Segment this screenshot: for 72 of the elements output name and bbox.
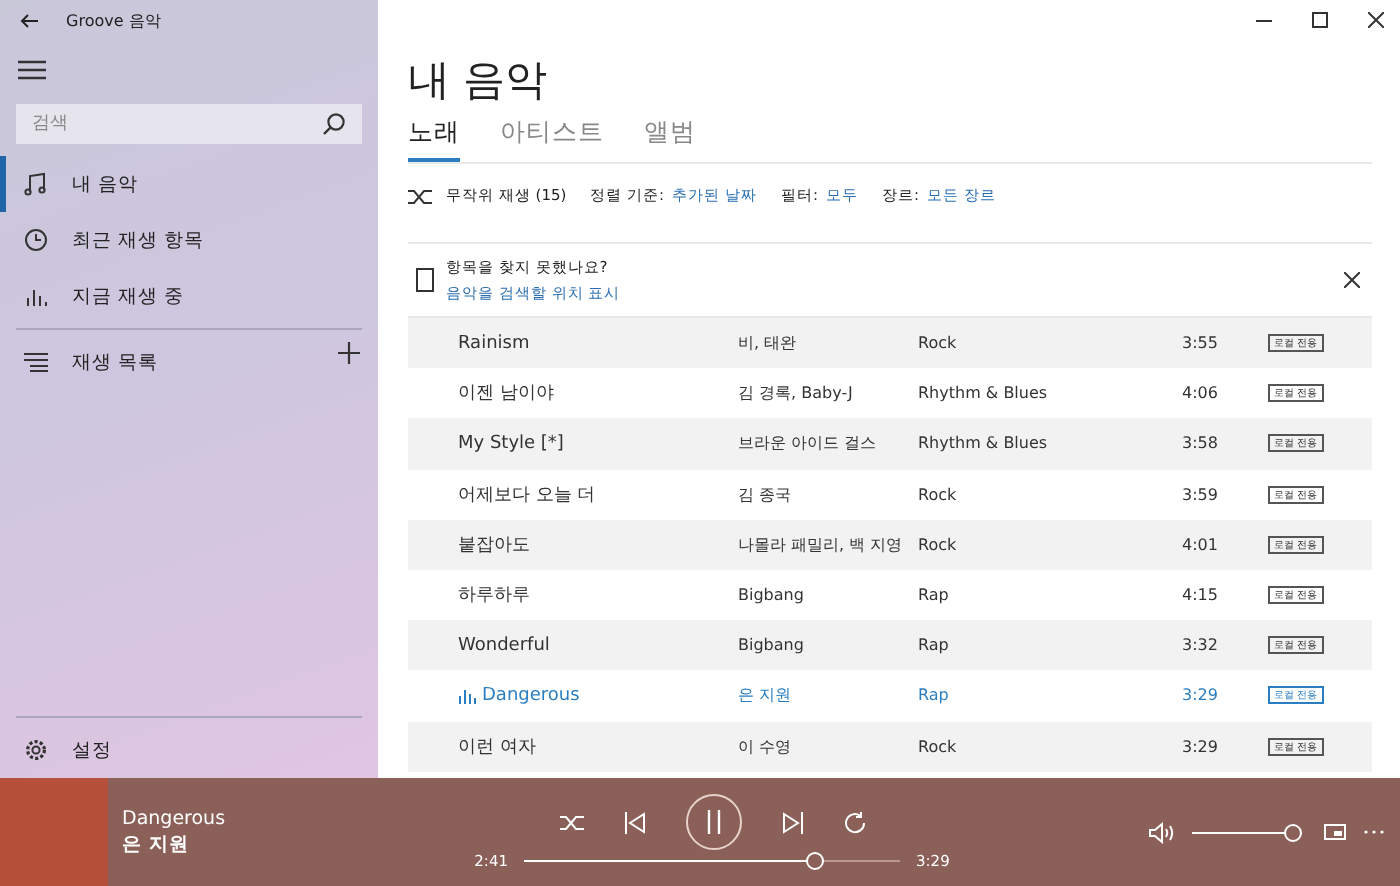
close-icon[interactable] bbox=[1344, 272, 1360, 288]
song-title: Rainism bbox=[458, 333, 530, 354]
song-title: 어제보다 오늘 더 bbox=[458, 483, 596, 508]
song-genre: Rock bbox=[918, 737, 959, 756]
album-art-placeholder bbox=[0, 778, 108, 886]
song-artist: 은 지원 bbox=[738, 684, 794, 707]
song-title: Wonderful bbox=[458, 635, 550, 656]
nav-item[interactable]: 최근 재생 항목 bbox=[0, 212, 378, 268]
song-duration: 3:32 bbox=[1182, 636, 1220, 655]
phone-icon bbox=[416, 268, 434, 292]
song-genre: Rock bbox=[918, 334, 959, 353]
next-icon[interactable] bbox=[781, 811, 803, 833]
search-icon[interactable] bbox=[322, 112, 346, 136]
list-icon bbox=[24, 352, 48, 372]
song-duration: 4:06 bbox=[1182, 384, 1220, 403]
song-artist: 나몰라 패밀리, 백 지영 bbox=[738, 533, 905, 556]
song-title: 이런 여자 bbox=[458, 735, 536, 760]
song-artist: 김 경록, Baby-J bbox=[738, 382, 855, 405]
repeat-icon[interactable] bbox=[843, 811, 865, 833]
song-duration: 3:55 bbox=[1182, 334, 1220, 353]
back-arrow-icon[interactable] bbox=[20, 13, 38, 27]
song-duration: 3:29 bbox=[1182, 686, 1220, 705]
page-title: 내 음악 bbox=[408, 54, 550, 108]
song-artist: Bigbang bbox=[738, 586, 806, 605]
song-title: Dangerous bbox=[482, 685, 580, 706]
song-title: 붙잡아도 bbox=[458, 533, 530, 558]
seek-slider-thumb[interactable] bbox=[805, 852, 824, 870]
song-duration: 4:01 bbox=[1182, 535, 1220, 554]
song-title: My Style [*] bbox=[458, 433, 564, 454]
song-artist: 김 종국 bbox=[738, 483, 794, 506]
tab[interactable]: 아티스트 bbox=[500, 112, 604, 162]
song-duration: 3:59 bbox=[1182, 485, 1220, 504]
song-genre: Rock bbox=[918, 535, 959, 554]
equalizer-icon bbox=[24, 284, 48, 308]
nav-item[interactable]: 지금 재생 중 bbox=[0, 268, 378, 324]
maximize-icon[interactable] bbox=[1312, 12, 1328, 28]
playlists-item[interactable]: 재생 목록 bbox=[0, 334, 378, 390]
song-genre: Rap bbox=[918, 686, 951, 705]
song-artist: 브라운 아이드 걸스 bbox=[738, 432, 879, 455]
volume-slider-thumb[interactable] bbox=[1284, 823, 1302, 841]
song-genre: Rhythm & Blues bbox=[918, 434, 1050, 453]
song-artist: 비, 태완 bbox=[738, 332, 799, 355]
music-note-icon bbox=[24, 172, 48, 196]
shuffle-icon[interactable] bbox=[408, 187, 432, 205]
pause-button[interactable] bbox=[685, 794, 741, 850]
song-genre: Rap bbox=[918, 586, 951, 605]
volume-icon[interactable] bbox=[1148, 821, 1174, 843]
song-duration: 3:29 bbox=[1182, 737, 1220, 756]
song-genre: Rhythm & Blues bbox=[918, 384, 1050, 403]
settings-item[interactable]: 설정 bbox=[0, 722, 378, 778]
mini-player-icon[interactable] bbox=[1324, 824, 1346, 840]
close-icon[interactable] bbox=[1368, 12, 1384, 28]
window-title: Groove 음악 bbox=[66, 9, 161, 31]
song-genre: Rock bbox=[918, 485, 959, 504]
tab[interactable]: 앨범 bbox=[644, 112, 696, 162]
tab[interactable]: 노래 bbox=[408, 112, 460, 162]
track-artist: 은 지원 bbox=[122, 831, 191, 857]
search-field[interactable]: 검색 bbox=[16, 104, 362, 144]
equalizer-icon bbox=[458, 687, 476, 704]
settings-icon bbox=[24, 738, 48, 762]
song-genre: Rap bbox=[918, 636, 951, 655]
song-title: 이젠 남이야 bbox=[458, 382, 554, 407]
plus-icon[interactable] bbox=[338, 342, 360, 364]
song-duration: 4:15 bbox=[1182, 586, 1220, 605]
previous-icon[interactable] bbox=[623, 811, 645, 833]
song-artist: Bigbang bbox=[738, 636, 806, 655]
song-artist: 이 수영 bbox=[738, 735, 794, 758]
menu-icon[interactable] bbox=[18, 60, 46, 80]
song-title: 하루하루 bbox=[458, 584, 530, 609]
track-title: Dangerous bbox=[122, 807, 228, 829]
clock-icon bbox=[24, 228, 48, 252]
song-duration: 3:58 bbox=[1182, 434, 1220, 453]
